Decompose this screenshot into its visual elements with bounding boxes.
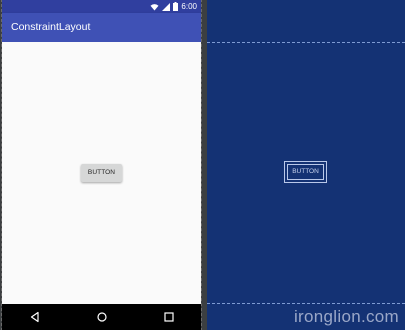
app-title: ConstraintLayout (11, 21, 91, 33)
blueprint-guideline-bottom (207, 303, 405, 304)
blueprint-button-label: BUTTON (287, 164, 324, 180)
status-icons: 6:00 (150, 1, 197, 12)
content-area: BUTTON (2, 42, 201, 304)
blueprint-button-widget[interactable]: BUTTON (284, 161, 327, 183)
blueprint-guideline-top (207, 42, 405, 43)
navigation-bar (2, 304, 201, 330)
signal-icon (162, 2, 171, 11)
back-icon[interactable] (28, 310, 42, 324)
status-time: 6:00 (181, 2, 197, 11)
status-bar: 6:00 (2, 0, 201, 13)
layout-editor: 6:00 ConstraintLayout BUTTON BUTTON iron… (0, 0, 405, 330)
blueprint-view: BUTTON ironglion.com (207, 0, 405, 330)
battery-icon (173, 2, 179, 11)
home-icon[interactable] (95, 310, 109, 324)
app-bar: ConstraintLayout (2, 13, 201, 42)
wifi-icon (150, 3, 159, 10)
recents-icon[interactable] (162, 310, 176, 324)
watermark: ironglion.com (293, 307, 399, 326)
button-widget[interactable]: BUTTON (81, 164, 122, 182)
design-view: 6:00 ConstraintLayout BUTTON (1, 0, 202, 330)
